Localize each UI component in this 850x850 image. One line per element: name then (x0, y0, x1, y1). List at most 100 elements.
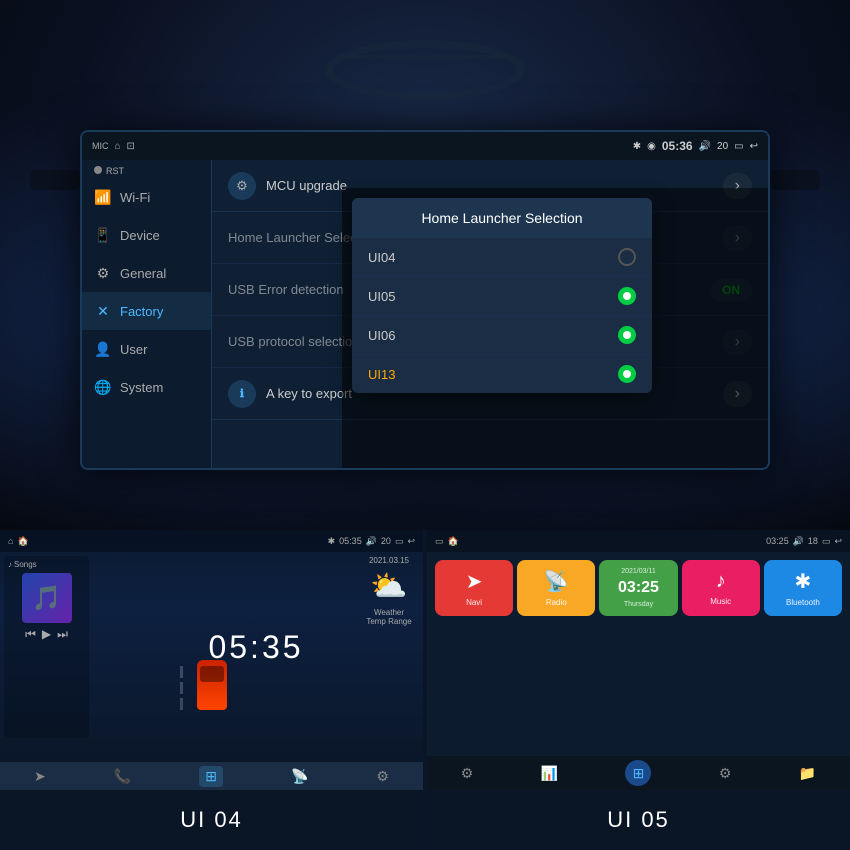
ui04-content-area: ♪ Songs 🎵 ⏮ ▶ ⏭ (0, 552, 423, 742)
dialog-box: Home Launcher Selection UI04 UI05 UI06 (352, 198, 652, 393)
ui04-music-title-label: Songs (14, 560, 37, 569)
ui05-nav-gear2[interactable]: ⚙ (719, 765, 732, 782)
ui04-time: 05:35 (339, 536, 362, 546)
ui04-nav-maps[interactable]: ➤ (34, 768, 46, 785)
dialog-title: Home Launcher Selection (352, 198, 652, 238)
sidebar-item-user[interactable]: 👤 User (82, 330, 211, 368)
sidebar-item-factory[interactable]: ✕ Factory (82, 292, 211, 330)
sidebar-item-general[interactable]: ⚙ General (82, 254, 211, 292)
ui05-status-left: ▭ 🏠 (435, 536, 459, 547)
app-tile-clock[interactable]: 2021/03/11 03:25 Thursday (599, 560, 677, 616)
main-content: RST 📶 Wi-Fi 📱 Device ⚙ General ✕ Factory… (82, 160, 768, 468)
ui04-nav-home[interactable]: ⊞ (199, 766, 223, 787)
car-body (197, 660, 227, 710)
ui05-nav-folder[interactable]: 📁 (799, 765, 816, 782)
dialog-option-ui04[interactable]: UI04 (352, 238, 652, 277)
dash-vent-right (770, 170, 820, 190)
dialog-option-ui06[interactable]: UI06 (352, 316, 652, 355)
ui04-playback-controls: ⏮ ▶ ⏭ (8, 627, 85, 642)
navi-label: Navi (466, 598, 482, 607)
navi-icon: ➤ (466, 569, 483, 594)
sidebar-system-label: System (120, 380, 163, 395)
dialog-option-ui13-label: UI13 (368, 367, 618, 382)
ui05-vol: 18 (808, 536, 818, 546)
ui04-nav-antenna[interactable]: 📡 (291, 768, 308, 785)
ui05-screen: ▭ 🏠 03:25 🔊 18 ▭ ↩ ➤ Navi (427, 530, 850, 790)
dialog-radio-ui13[interactable] (618, 365, 636, 383)
ui04-panel: ⌂ 🏠 ✱ 05:35 🔊 20 ▭ ↩ ♪ (0, 530, 427, 850)
ui05-app-grid: ➤ Navi 📡 Radio 2021/03/11 03:25 Thursday… (427, 552, 850, 624)
app-tile-music[interactable]: ♪ Music (682, 560, 760, 616)
app-tile-bluetooth[interactable]: ✱ Bluetooth (764, 560, 842, 616)
ui05-status-bar: ▭ 🏠 03:25 🔊 18 ▭ ↩ (427, 530, 850, 552)
ui04-music-card: ♪ Songs 🎵 ⏮ ▶ ⏭ (4, 556, 89, 738)
ui04-vol: 20 (381, 536, 391, 546)
ui05-status-right: 03:25 🔊 18 ▭ ↩ (766, 536, 842, 547)
ui04-label: UI 04 (0, 790, 423, 850)
status-right: ✱ ◉ 05:36 🔊 20 ▭ ↩ (633, 139, 758, 153)
ui05-nav-home[interactable]: ⊞ (625, 760, 651, 786)
ui05-back-btn[interactable]: ↩ (834, 536, 842, 547)
sidebar-item-wifi[interactable]: 📶 Wi-Fi (82, 178, 211, 216)
sidebar-general-label: General (120, 266, 166, 281)
rst-label: RST (82, 164, 211, 178)
ui05-home-icon: 🏠 (448, 536, 459, 547)
ui05-nav-settings[interactable]: ⚙ (461, 765, 474, 782)
ui04-play-btn[interactable]: ▶ (42, 627, 51, 642)
factory-icon: ✕ (94, 302, 112, 320)
road-line-3 (180, 698, 183, 710)
ui04-nav-phone[interactable]: 📞 (114, 768, 131, 785)
dialog-option-ui04-label: UI04 (368, 250, 618, 265)
dialog-option-ui05[interactable]: UI05 (352, 277, 652, 316)
ui04-weather-icon: ⛅ (359, 569, 419, 604)
camera-icon: ⊡ (127, 141, 135, 152)
ui05-nav-stats[interactable]: 📊 (541, 765, 558, 782)
status-time: 05:36 (662, 139, 693, 153)
general-icon: ⚙ (94, 264, 112, 282)
ui04-next-btn[interactable]: ⏭ (57, 627, 68, 642)
ui05-label: UI 05 (427, 790, 850, 850)
sidebar-wifi-label: Wi-Fi (120, 190, 150, 205)
dialog-radio-ui06[interactable] (618, 326, 636, 344)
settings-panel: ⚙ MCU upgrade › Home Launcher Selection … (212, 160, 768, 468)
ui04-music-title-row: ♪ Songs (8, 560, 85, 569)
ui05-bottom-nav: ⚙ 📊 ⊞ ⚙ 📁 (427, 756, 850, 790)
ui04-prev-btn[interactable]: ⏮ (25, 627, 36, 642)
ui04-album-art: 🎵 (22, 573, 72, 623)
radio-label: Radio (546, 598, 567, 607)
ui04-road-lines (180, 666, 183, 710)
sidebar-item-device[interactable]: 📱 Device (82, 216, 211, 254)
app-tile-navi[interactable]: ➤ Navi (435, 560, 513, 616)
ui04-weather-card: 2021.03.15 ⛅ Weather Temp Range (359, 556, 419, 626)
ui05-vol-icon: 🔊 (793, 536, 804, 547)
ui04-label-text: UI 04 (180, 807, 243, 833)
sidebar-item-system[interactable]: 🌐 System (82, 368, 211, 406)
wifi-icon: 📶 (94, 188, 112, 206)
ui04-status-home: ⌂ (8, 536, 13, 546)
ui05-battery-icon: ▭ (435, 536, 444, 547)
dialog-option-ui13[interactable]: UI13 (352, 355, 652, 393)
app-tile-radio[interactable]: 📡 Radio (517, 560, 595, 616)
wifi-status-icon: ◉ (647, 141, 656, 152)
ui04-back-btn[interactable]: ↩ (407, 536, 415, 547)
ui04-nav-settings[interactable]: ⚙ (376, 768, 389, 785)
ui05-batt2: ▭ (822, 536, 831, 547)
ui04-status-bar: ⌂ 🏠 ✱ 05:35 🔊 20 ▭ ↩ (0, 530, 423, 552)
ui04-status-right: ✱ 05:35 🔊 20 ▭ ↩ (328, 536, 415, 547)
system-icon: 🌐 (94, 378, 112, 396)
sidebar: RST 📶 Wi-Fi 📱 Device ⚙ General ✕ Factory… (82, 160, 212, 468)
sidebar-factory-label: Factory (120, 304, 163, 319)
back-btn[interactable]: ↩ (750, 141, 758, 152)
home-icon: ⌂ (115, 141, 121, 152)
dash-vent-left (30, 170, 80, 190)
clock-day: Thursday (624, 601, 653, 608)
dialog-radio-ui05[interactable] (618, 287, 636, 305)
ui04-status-left: ⌂ 🏠 (8, 536, 29, 547)
bt-icon: ✱ (795, 569, 812, 594)
dialog-option-ui05-label: UI05 (368, 289, 618, 304)
ui05-time: 03:25 (766, 536, 789, 546)
export-icon: ℹ (228, 380, 256, 408)
dialog-radio-ui04[interactable] (618, 248, 636, 266)
bluetooth-status-icon: ✱ (633, 141, 641, 152)
status-bar: MIC ⌂ ⊡ ✱ ◉ 05:36 🔊 20 ▭ ↩ (82, 132, 768, 160)
